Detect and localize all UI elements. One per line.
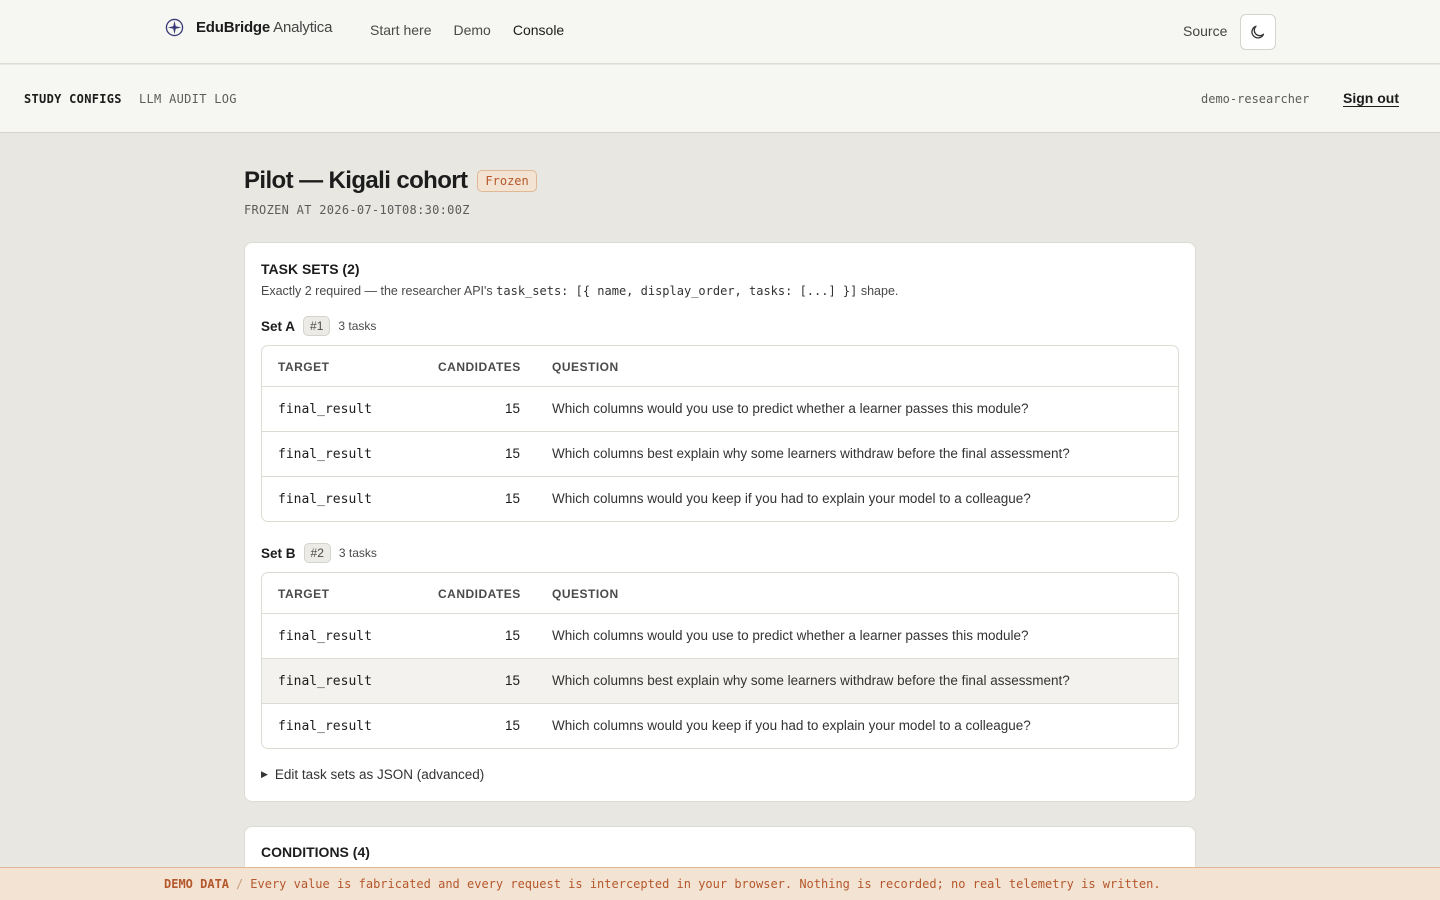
demo-data-message: Every value is fabricated and every requ… (250, 877, 1161, 891)
candidates-cell: 15 (504, 446, 520, 461)
table-row[interactable]: final_result 15 Which columns would you … (262, 614, 1178, 659)
set-task-count: 3 tasks (338, 319, 377, 333)
set-order-badge: #2 (303, 543, 331, 563)
main-nav: Start here Demo Console (370, 22, 586, 38)
set-b-table: TARGET CANDIDATES QUESTION final_result … (261, 572, 1179, 749)
conditions-heading: CONDITIONS (4) (261, 844, 370, 860)
status-badge: Frozen (477, 170, 537, 192)
page-header: Pilot — Kigali cohort Frozen (244, 167, 537, 195)
target-cell: final_result (278, 629, 372, 644)
target-cell: final_result (278, 674, 372, 689)
question-cell: Which columns would you use to predict w… (552, 628, 1029, 643)
sign-out-button[interactable]: Sign out (1343, 90, 1399, 106)
nav-link-console[interactable]: Console (513, 22, 564, 38)
candidates-cell: 15 (504, 491, 520, 506)
compass-logo-icon (165, 18, 184, 37)
set-a-table: TARGET CANDIDATES QUESTION final_result … (261, 345, 1179, 522)
set-task-count: 3 tasks (338, 546, 377, 560)
table-header: TARGET CANDIDATES QUESTION (262, 573, 1178, 614)
column-header-candidates: CANDIDATES (438, 587, 521, 601)
tab-llm-audit-log[interactable]: LLM AUDIT LOG (139, 92, 237, 106)
moon-icon (1251, 25, 1265, 39)
demo-data-label: DEMO DATA (164, 877, 230, 891)
column-header-question: QUESTION (552, 587, 619, 601)
current-user: demo-researcher (1201, 92, 1310, 106)
question-cell: Which columns best explain why some lear… (552, 446, 1070, 461)
set-a-header: Set A #1 3 tasks (261, 316, 376, 336)
column-header-question: QUESTION (552, 360, 619, 374)
task-sets-card: TASK SETS (2) Exactly 2 required — the r… (244, 242, 1196, 802)
banner-separator: / (236, 877, 244, 891)
brand-name: EduBridge Analytica (196, 19, 333, 36)
question-cell: Which columns would you keep if you had … (552, 491, 1031, 506)
target-cell: final_result (278, 492, 372, 507)
target-cell: final_result (278, 447, 372, 462)
column-header-target: TARGET (278, 360, 330, 374)
table-row[interactable]: final_result 15 Which columns best expla… (262, 432, 1178, 477)
brand-link[interactable]: EduBridge Analytica (165, 18, 332, 37)
candidates-cell: 15 (504, 673, 520, 688)
task-sets-heading: TASK SETS (2) (261, 261, 360, 277)
column-header-candidates: CANDIDATES (438, 360, 521, 374)
task-sets-shape-code: task_sets: [{ name, display_order, tasks… (496, 284, 858, 298)
theme-toggle-button[interactable] (1240, 14, 1276, 50)
frozen-timestamp: FROZEN AT 2026-07-10T08:30:00Z (244, 203, 470, 217)
set-order-badge: #1 (303, 316, 331, 336)
table-row[interactable]: final_result 15 Which columns best expla… (262, 659, 1178, 704)
task-sets-description: Exactly 2 required — the researcher API'… (261, 284, 899, 298)
question-cell: Which columns best explain why some lear… (552, 673, 1070, 688)
top-navbar: EduBridge Analytica Start here Demo Cons… (0, 0, 1440, 64)
set-b-header: Set B #2 3 tasks (261, 543, 377, 563)
table-header: TARGET CANDIDATES QUESTION (262, 346, 1178, 387)
edit-json-label: Edit task sets as JSON (advanced) (274, 767, 485, 782)
set-name: Set B (261, 545, 296, 561)
console-subnav: STUDY CONFIGS LLM AUDIT LOG demo-researc… (0, 65, 1440, 133)
target-cell: final_result (278, 719, 372, 734)
candidates-cell: 15 (504, 401, 520, 416)
candidates-cell: 15 (504, 628, 520, 643)
table-row[interactable]: final_result 15 Which columns would you … (262, 704, 1178, 748)
column-header-target: TARGET (278, 587, 330, 601)
disclosure-triangle-icon: ▶ (261, 769, 268, 779)
edit-json-toggle[interactable]: ▶ Edit task sets as JSON (advanced) (261, 767, 484, 782)
page-title: Pilot — Kigali cohort (244, 167, 468, 194)
target-cell: final_result (278, 402, 372, 417)
tab-study-configs[interactable]: STUDY CONFIGS (24, 92, 122, 106)
question-cell: Which columns would you keep if you had … (552, 718, 1031, 733)
source-link[interactable]: Source (1183, 23, 1227, 39)
demo-data-banner: DEMO DATA / Every value is fabricated an… (0, 867, 1440, 900)
candidates-cell: 15 (504, 718, 520, 733)
nav-link-start-here[interactable]: Start here (370, 22, 431, 38)
nav-link-demo[interactable]: Demo (453, 22, 490, 38)
set-name: Set A (261, 318, 296, 334)
question-cell: Which columns would you use to predict w… (552, 401, 1029, 416)
table-row[interactable]: final_result 15 Which columns would you … (262, 477, 1178, 521)
table-row[interactable]: final_result 15 Which columns would you … (262, 387, 1178, 432)
